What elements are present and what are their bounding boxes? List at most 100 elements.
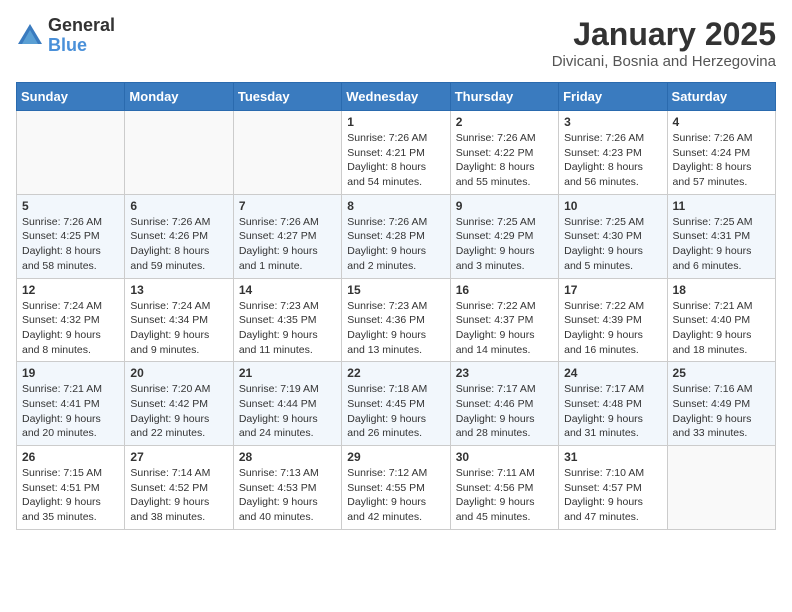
- day-number: 12: [22, 283, 119, 297]
- calendar-week-row: 26 Sunrise: 7:15 AM Sunset: 4:51 PM Dayli…: [17, 446, 776, 530]
- calendar-cell: 4 Sunrise: 7:26 AM Sunset: 4:24 PM Daylig…: [667, 111, 775, 195]
- day-info: Sunrise: 7:20 AM Sunset: 4:42 PM Dayligh…: [130, 382, 227, 441]
- calendar-cell: 3 Sunrise: 7:26 AM Sunset: 4:23 PM Daylig…: [559, 111, 667, 195]
- calendar-week-row: 1Sunrise: 7:26 AM Sunset: 4:21 PM Daylig…: [17, 111, 776, 195]
- day-number: 9: [456, 199, 553, 213]
- logo-text: General Blue: [48, 16, 115, 56]
- calendar-cell: 30 Sunrise: 7:11 AM Sunset: 4:56 PM Dayli…: [450, 446, 558, 530]
- day-number: 5: [22, 199, 119, 213]
- day-info: Sunrise: 7:10 AM Sunset: 4:57 PM Dayligh…: [564, 466, 661, 525]
- day-info: Sunrise: 7:16 AM Sunset: 4:49 PM Dayligh…: [673, 382, 770, 441]
- calendar-cell: 7 Sunrise: 7:26 AM Sunset: 4:27 PM Daylig…: [233, 194, 341, 278]
- day-number: 4: [673, 115, 770, 129]
- day-info: Sunrise: 7:21 AM Sunset: 4:40 PM Dayligh…: [673, 299, 770, 358]
- day-info: Sunrise: 7:25 AM Sunset: 4:30 PM Dayligh…: [564, 215, 661, 274]
- day-number: 10: [564, 199, 661, 213]
- calendar-cell: 27 Sunrise: 7:14 AM Sunset: 4:52 PM Dayli…: [125, 446, 233, 530]
- day-info: Sunrise: 7:17 AM Sunset: 4:48 PM Dayligh…: [564, 382, 661, 441]
- day-info: Sunrise: 7:26 AM Sunset: 4:23 PM Dayligh…: [564, 131, 661, 190]
- calendar-day-header: Friday: [559, 83, 667, 111]
- calendar-cell: 14Sunrise: 7:23 AM Sunset: 4:35 PM Dayli…: [233, 278, 341, 362]
- calendar-cell: 10 Sunrise: 7:25 AM Sunset: 4:30 PM Dayli…: [559, 194, 667, 278]
- location-subtitle: Divicani, Bosnia and Herzegovina: [552, 53, 776, 70]
- day-number: 31: [564, 450, 661, 464]
- calendar-cell: 21Sunrise: 7:19 AM Sunset: 4:44 PM Dayli…: [233, 362, 341, 446]
- calendar-day-header: Tuesday: [233, 83, 341, 111]
- calendar-day-header: Wednesday: [342, 83, 450, 111]
- day-info: Sunrise: 7:26 AM Sunset: 4:28 PM Dayligh…: [347, 215, 444, 274]
- day-info: Sunrise: 7:15 AM Sunset: 4:51 PM Dayligh…: [22, 466, 119, 525]
- day-number: 18: [673, 283, 770, 297]
- calendar-cell: 26 Sunrise: 7:15 AM Sunset: 4:51 PM Dayli…: [17, 446, 125, 530]
- day-number: 27: [130, 450, 227, 464]
- calendar-cell: 24 Sunrise: 7:17 AM Sunset: 4:48 PM Dayli…: [559, 362, 667, 446]
- calendar-cell: 13 Sunrise: 7:24 AM Sunset: 4:34 PM Dayli…: [125, 278, 233, 362]
- logo: General Blue: [16, 16, 115, 56]
- calendar-cell: 22 Sunrise: 7:18 AM Sunset: 4:45 PM Dayli…: [342, 362, 450, 446]
- calendar-day-header: Thursday: [450, 83, 558, 111]
- calendar-table: SundayMondayTuesdayWednesdayThursdayFrid…: [16, 82, 776, 530]
- calendar-cell: 1Sunrise: 7:26 AM Sunset: 4:21 PM Daylig…: [342, 111, 450, 195]
- calendar-cell: 2Sunrise: 7:26 AM Sunset: 4:22 PM Daylig…: [450, 111, 558, 195]
- day-number: 7: [239, 199, 336, 213]
- calendar-week-row: 5Sunrise: 7:26 AM Sunset: 4:25 PM Daylig…: [17, 194, 776, 278]
- calendar-cell: 25 Sunrise: 7:16 AM Sunset: 4:49 PM Dayli…: [667, 362, 775, 446]
- day-info: Sunrise: 7:18 AM Sunset: 4:45 PM Dayligh…: [347, 382, 444, 441]
- calendar-cell: 29 Sunrise: 7:12 AM Sunset: 4:55 PM Dayli…: [342, 446, 450, 530]
- day-number: 26: [22, 450, 119, 464]
- calendar-cell: 5Sunrise: 7:26 AM Sunset: 4:25 PM Daylig…: [17, 194, 125, 278]
- day-info: Sunrise: 7:26 AM Sunset: 4:24 PM Dayligh…: [673, 131, 770, 190]
- day-number: 20: [130, 366, 227, 380]
- title-block: January 2025 Divicani, Bosnia and Herzeg…: [552, 16, 776, 70]
- day-info: Sunrise: 7:17 AM Sunset: 4:46 PM Dayligh…: [456, 382, 553, 441]
- day-number: 13: [130, 283, 227, 297]
- calendar-cell: 8 Sunrise: 7:26 AM Sunset: 4:28 PM Daylig…: [342, 194, 450, 278]
- day-info: Sunrise: 7:21 AM Sunset: 4:41 PM Dayligh…: [22, 382, 119, 441]
- day-info: Sunrise: 7:14 AM Sunset: 4:52 PM Dayligh…: [130, 466, 227, 525]
- day-info: Sunrise: 7:26 AM Sunset: 4:27 PM Dayligh…: [239, 215, 336, 274]
- day-number: 24: [564, 366, 661, 380]
- day-info: Sunrise: 7:12 AM Sunset: 4:55 PM Dayligh…: [347, 466, 444, 525]
- calendar-cell: 18 Sunrise: 7:21 AM Sunset: 4:40 PM Dayli…: [667, 278, 775, 362]
- day-number: 23: [456, 366, 553, 380]
- calendar-cell: 11Sunrise: 7:25 AM Sunset: 4:31 PM Dayli…: [667, 194, 775, 278]
- day-info: Sunrise: 7:24 AM Sunset: 4:34 PM Dayligh…: [130, 299, 227, 358]
- day-number: 22: [347, 366, 444, 380]
- day-number: 1: [347, 115, 444, 129]
- calendar-cell: 16 Sunrise: 7:22 AM Sunset: 4:37 PM Dayli…: [450, 278, 558, 362]
- day-number: 8: [347, 199, 444, 213]
- calendar-cell: [125, 111, 233, 195]
- calendar-day-header: Monday: [125, 83, 233, 111]
- day-info: Sunrise: 7:23 AM Sunset: 4:36 PM Dayligh…: [347, 299, 444, 358]
- day-info: Sunrise: 7:26 AM Sunset: 4:26 PM Dayligh…: [130, 215, 227, 274]
- day-number: 6: [130, 199, 227, 213]
- day-info: Sunrise: 7:22 AM Sunset: 4:37 PM Dayligh…: [456, 299, 553, 358]
- day-info: Sunrise: 7:11 AM Sunset: 4:56 PM Dayligh…: [456, 466, 553, 525]
- day-number: 25: [673, 366, 770, 380]
- day-info: Sunrise: 7:25 AM Sunset: 4:29 PM Dayligh…: [456, 215, 553, 274]
- day-info: Sunrise: 7:19 AM Sunset: 4:44 PM Dayligh…: [239, 382, 336, 441]
- calendar-cell: 20 Sunrise: 7:20 AM Sunset: 4:42 PM Dayli…: [125, 362, 233, 446]
- calendar-week-row: 19Sunrise: 7:21 AM Sunset: 4:41 PM Dayli…: [17, 362, 776, 446]
- calendar-cell: 28Sunrise: 7:13 AM Sunset: 4:53 PM Dayli…: [233, 446, 341, 530]
- day-number: 16: [456, 283, 553, 297]
- calendar-cell: 31 Sunrise: 7:10 AM Sunset: 4:57 PM Dayli…: [559, 446, 667, 530]
- calendar-cell: 17Sunrise: 7:22 AM Sunset: 4:39 PM Dayli…: [559, 278, 667, 362]
- day-number: 3: [564, 115, 661, 129]
- day-number: 29: [347, 450, 444, 464]
- day-info: Sunrise: 7:23 AM Sunset: 4:35 PM Dayligh…: [239, 299, 336, 358]
- calendar-cell: 19Sunrise: 7:21 AM Sunset: 4:41 PM Dayli…: [17, 362, 125, 446]
- day-number: 15: [347, 283, 444, 297]
- calendar-cell: [17, 111, 125, 195]
- calendar-week-row: 12 Sunrise: 7:24 AM Sunset: 4:32 PM Dayli…: [17, 278, 776, 362]
- month-title: January 2025: [552, 16, 776, 53]
- calendar-cell: 12 Sunrise: 7:24 AM Sunset: 4:32 PM Dayli…: [17, 278, 125, 362]
- calendar-day-header: Saturday: [667, 83, 775, 111]
- calendar-cell: 23 Sunrise: 7:17 AM Sunset: 4:46 PM Dayli…: [450, 362, 558, 446]
- day-info: Sunrise: 7:24 AM Sunset: 4:32 PM Dayligh…: [22, 299, 119, 358]
- page-header: General Blue January 2025 Divicani, Bosn…: [16, 16, 776, 70]
- day-number: 30: [456, 450, 553, 464]
- day-number: 28: [239, 450, 336, 464]
- day-number: 11: [673, 199, 770, 213]
- calendar-body: 1Sunrise: 7:26 AM Sunset: 4:21 PM Daylig…: [17, 111, 776, 530]
